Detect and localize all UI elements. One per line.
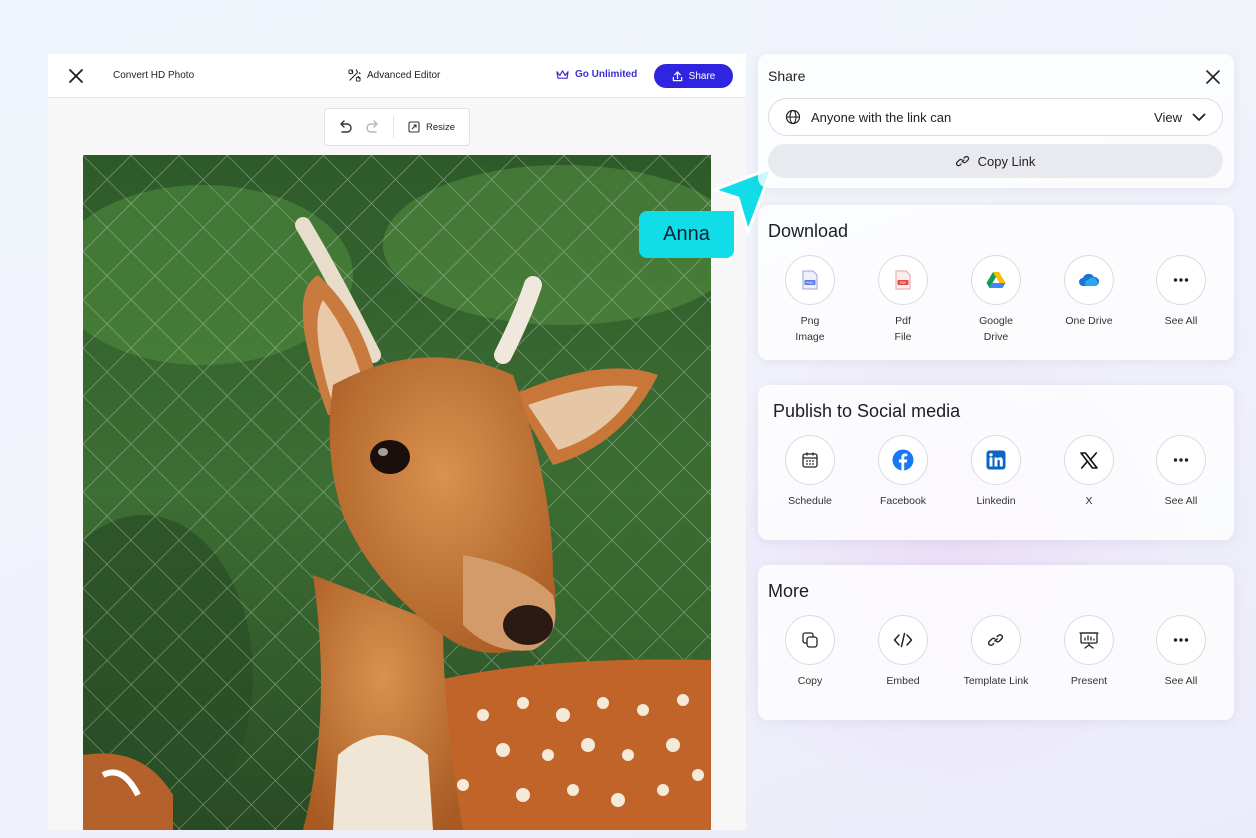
advanced-editor-button[interactable]: Advanced Editor — [348, 69, 440, 82]
link-access-value: View — [1154, 109, 1182, 125]
link-access-label: Anyone with the link can — [811, 109, 952, 125]
close-icon[interactable] — [1206, 70, 1220, 84]
social-see-all-option[interactable]: See All — [1141, 435, 1221, 509]
download-png-label: Png Image — [795, 315, 825, 343]
svg-text:PNG: PNG — [806, 281, 814, 285]
chevron-down-icon — [1192, 113, 1206, 121]
advanced-editor-label: Advanced Editor — [367, 70, 441, 81]
deer-photo[interactable] — [83, 155, 711, 830]
link-access-dropdown[interactable]: Anyone with the link can View — [768, 98, 1223, 136]
more-icon — [1156, 255, 1206, 305]
present-label: Present — [1070, 675, 1108, 687]
copy-label: Copy — [797, 675, 823, 687]
share-button-label: Share — [688, 70, 716, 82]
download-png-option[interactable]: PNG Png Image — [770, 255, 850, 345]
present-option[interactable]: Present — [1049, 615, 1129, 689]
crown-icon — [556, 70, 569, 79]
google-drive-option[interactable]: Google Drive — [956, 255, 1036, 345]
editor-toolbar: Resize — [324, 108, 470, 146]
more-options: Copy Embed Template Link Present See All — [758, 615, 1234, 715]
onedrive-icon — [1064, 255, 1114, 305]
toolbar-divider — [393, 116, 394, 138]
x-option[interactable]: X — [1049, 435, 1129, 509]
facebook-label: Facebook — [879, 495, 927, 507]
embed-label: Embed — [886, 675, 920, 687]
more-title: More — [768, 581, 810, 601]
go-unlimited-button[interactable]: Go Unlimited — [556, 69, 637, 80]
resize-button[interactable]: Resize — [408, 121, 455, 133]
download-see-all-option[interactable]: See All — [1141, 255, 1221, 329]
more-icon — [1156, 615, 1206, 665]
google-drive-icon — [971, 255, 1021, 305]
globe-icon — [785, 109, 801, 125]
copy-option[interactable]: Copy — [770, 615, 850, 689]
undo-icon[interactable] — [337, 119, 353, 135]
download-panel: Download PNG Png Image PDF Pdf File Goog… — [758, 205, 1234, 360]
resize-label: Resize — [426, 121, 456, 133]
upload-icon — [672, 70, 682, 81]
linkedin-icon — [971, 435, 1021, 485]
go-unlimited-label: Go Unlimited — [575, 69, 638, 80]
more-panel: More Copy Embed Template Link Present Se… — [758, 565, 1234, 720]
copy-icon — [785, 615, 835, 665]
template-link-label: Template Link — [963, 675, 1029, 687]
linkedin-label: Linkedin — [976, 495, 1016, 507]
editor-window: Convert HD Photo Advanced Editor Go Unli… — [48, 54, 746, 830]
download-see-all-label: See All — [1164, 315, 1198, 327]
calendar-icon — [785, 435, 835, 485]
social-title: Publish to Social media — [773, 401, 961, 421]
redo-icon[interactable] — [365, 119, 381, 135]
copy-link-label: Copy Link — [977, 153, 1036, 169]
schedule-label: Schedule — [788, 495, 832, 507]
link-icon — [971, 615, 1021, 665]
close-icon[interactable] — [68, 68, 84, 84]
social-panel: Publish to Social media Schedule Faceboo… — [758, 385, 1234, 540]
onedrive-label: One Drive — [1065, 315, 1113, 327]
download-options: PNG Png Image PDF Pdf File Google Drive … — [758, 255, 1234, 355]
x-icon — [1064, 435, 1114, 485]
resize-icon — [408, 121, 420, 133]
schedule-option[interactable]: Schedule — [770, 435, 850, 509]
download-pdf-label: Pdf File — [894, 315, 912, 343]
more-see-all-label: See All — [1164, 675, 1198, 687]
png-file-icon: PNG — [785, 255, 835, 305]
social-options: Schedule Facebook Linkedin X See All — [758, 435, 1234, 535]
google-drive-label: Google Drive — [979, 315, 1013, 343]
facebook-option[interactable]: Facebook — [863, 435, 943, 509]
download-title: Download — [768, 221, 849, 241]
editor-topbar: Convert HD Photo Advanced Editor Go Unli… — [48, 54, 746, 98]
deer-image — [83, 155, 711, 830]
copy-link-button[interactable]: Copy Link — [768, 144, 1223, 178]
linkedin-option[interactable]: Linkedin — [956, 435, 1036, 509]
background-glow — [700, 300, 1200, 800]
template-link-option[interactable]: Template Link — [956, 615, 1036, 689]
onedrive-option[interactable]: One Drive — [1049, 255, 1129, 329]
magic-wand-icon — [348, 69, 361, 82]
presentation-icon — [1064, 615, 1114, 665]
more-see-all-option[interactable]: See All — [1141, 615, 1221, 689]
embed-option[interactable]: Embed — [863, 615, 943, 689]
download-pdf-option[interactable]: PDF Pdf File — [863, 255, 943, 345]
share-panel-title: Share — [768, 68, 806, 84]
social-see-all-label: See All — [1164, 495, 1198, 507]
more-icon — [1156, 435, 1206, 485]
collaborator-name-tag: Anna — [639, 211, 734, 258]
facebook-icon — [878, 435, 928, 485]
pdf-file-icon: PDF — [878, 255, 928, 305]
document-title: Convert HD Photo — [113, 70, 195, 81]
svg-text:PDF: PDF — [899, 281, 906, 285]
embed-code-icon — [878, 615, 928, 665]
x-label: X — [1085, 495, 1093, 507]
link-icon — [955, 155, 969, 167]
share-panel: Share Anyone with the link can View Copy… — [758, 54, 1234, 188]
share-button[interactable]: Share — [654, 64, 733, 88]
